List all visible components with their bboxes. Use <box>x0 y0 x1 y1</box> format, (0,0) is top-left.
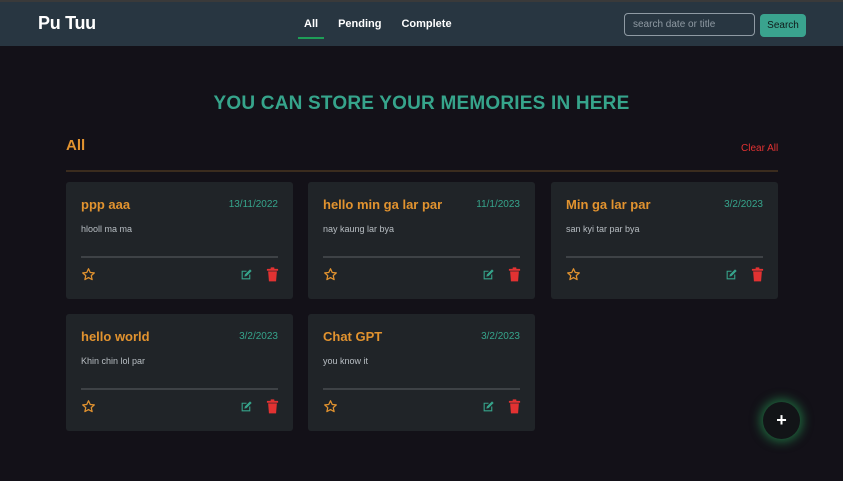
card-title: Chat GPT <box>323 329 383 344</box>
edit-icon[interactable] <box>240 268 253 281</box>
card-date: 3/2/2023 <box>239 331 278 342</box>
card-date: 3/2/2023 <box>481 331 520 342</box>
edit-icon[interactable] <box>482 400 495 413</box>
card-description: hlooll ma ma <box>81 224 133 234</box>
card-description: you know it <box>323 356 369 366</box>
card-description: nay kaung lar bya <box>323 224 395 234</box>
tab-complete[interactable]: Complete <box>393 2 459 46</box>
tab-all[interactable]: All <box>296 2 326 46</box>
star-icon[interactable] <box>566 267 581 282</box>
card-divider <box>323 388 520 390</box>
card-date: 13/11/2022 <box>228 199 278 210</box>
card-title: ppp aaa <box>81 197 131 212</box>
memory-card: ppp aaa 13/11/2022 hlooll ma ma <box>66 182 293 299</box>
memory-card: hello world 3/2/2023 Khin chin lol par <box>66 314 293 431</box>
edit-icon[interactable] <box>725 268 738 281</box>
edit-icon[interactable] <box>482 268 495 281</box>
star-icon[interactable] <box>323 267 338 282</box>
card-description: Khin chin lol par <box>81 356 146 366</box>
card-title: Min ga lar par <box>566 197 651 212</box>
memory-card: Chat GPT 3/2/2023 you know it <box>308 314 535 431</box>
section-divider <box>66 170 778 172</box>
trash-icon[interactable] <box>751 267 764 282</box>
card-date: 3/2/2023 <box>724 199 763 210</box>
edit-icon[interactable] <box>240 400 253 413</box>
card-divider <box>81 388 278 390</box>
card-divider <box>566 256 763 258</box>
trash-icon[interactable] <box>266 399 279 414</box>
star-icon[interactable] <box>323 399 338 414</box>
card-title: hello world <box>81 329 150 344</box>
memory-card: hello min ga lar par 11/1/2023 nay kaung l… <box>308 182 535 299</box>
clear-all-button[interactable]: Clear All <box>741 143 778 154</box>
search-button[interactable]: Search <box>760 14 806 37</box>
card-description: san kyi tar par bya <box>566 224 640 234</box>
memory-card: Min ga lar par 3/2/2023 san kyi tar par by… <box>551 182 778 299</box>
top-navbar: Pu Tuu All Pending Complete Search <box>0 0 843 46</box>
search-input[interactable] <box>624 13 755 36</box>
card-divider <box>81 256 278 258</box>
brand-logo[interactable]: Pu Tuu <box>38 13 96 34</box>
trash-icon[interactable] <box>508 399 521 414</box>
page-heading: YOU CAN STORE YOUR MEMORIES IN HERE <box>213 93 630 114</box>
tab-pending[interactable]: Pending <box>330 2 389 46</box>
trash-icon[interactable] <box>508 267 521 282</box>
card-title: hello min ga lar par <box>323 197 443 212</box>
card-date: 11/1/2023 <box>476 199 520 210</box>
star-icon[interactable] <box>81 267 96 282</box>
add-memory-button[interactable]: + <box>763 402 800 439</box>
section-title: All <box>66 137 86 154</box>
filter-tabs: All Pending Complete <box>296 2 464 46</box>
card-divider <box>323 256 520 258</box>
star-icon[interactable] <box>81 399 96 414</box>
trash-icon[interactable] <box>266 267 279 282</box>
